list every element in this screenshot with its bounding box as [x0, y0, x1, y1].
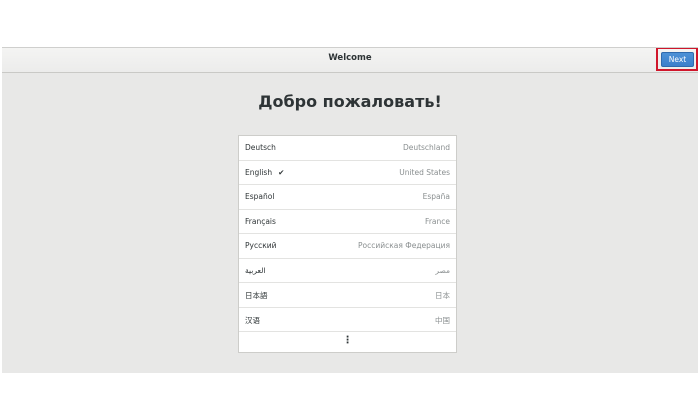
more-languages-button[interactable]: ⋮: [239, 332, 456, 352]
language-name: العربية: [245, 265, 266, 275]
window-title: Welcome: [328, 53, 372, 63]
language-region: España: [422, 192, 450, 201]
language-region: France: [425, 216, 450, 226]
language-row-english[interactable]: English ✔ United States: [239, 161, 456, 185]
language-name: Français: [245, 216, 276, 226]
welcome-heading: Добро пожаловать!: [258, 92, 442, 111]
more-vertical-icon: ⋮: [342, 335, 353, 346]
next-button-highlight: Next: [656, 48, 698, 71]
language-region: United States: [399, 167, 450, 177]
language-name: Español: [245, 192, 275, 201]
language-region: مصر: [435, 265, 450, 275]
checkmark-icon: ✔: [278, 167, 285, 177]
language-name: Русский: [245, 241, 277, 250]
language-region: Deutschland: [402, 143, 450, 152]
language-name: 汉语: [245, 315, 260, 325]
language-row-chinese[interactable]: 汉语 中国: [239, 308, 456, 332]
language-name: 日本語: [245, 291, 268, 300]
language-name: English: [245, 167, 273, 177]
language-region: Российская Федерация: [358, 241, 450, 250]
header-bar: Welcome Next: [2, 48, 698, 73]
language-region: 日本: [435, 291, 450, 300]
language-name: Deutsch: [245, 143, 276, 152]
language-row-arabic[interactable]: العربية مصر: [239, 259, 456, 283]
language-name-wrap: English ✔: [245, 168, 284, 177]
language-list: Deutsch Deutschland English ✔ United Stat…: [238, 135, 457, 353]
initial-setup-window: Welcome Next Добро пожаловать! Deutsch D…: [2, 47, 698, 373]
language-region: 中国: [435, 315, 450, 325]
language-row-japanese[interactable]: 日本語 日本: [239, 283, 456, 308]
language-row-russian[interactable]: Русский Российская Федерация: [239, 234, 456, 259]
language-row-espanol[interactable]: Español España: [239, 185, 456, 210]
next-button[interactable]: Next: [661, 52, 694, 67]
language-row-deutsch[interactable]: Deutsch Deutschland: [239, 136, 456, 161]
language-row-francais[interactable]: Français France: [239, 210, 456, 234]
